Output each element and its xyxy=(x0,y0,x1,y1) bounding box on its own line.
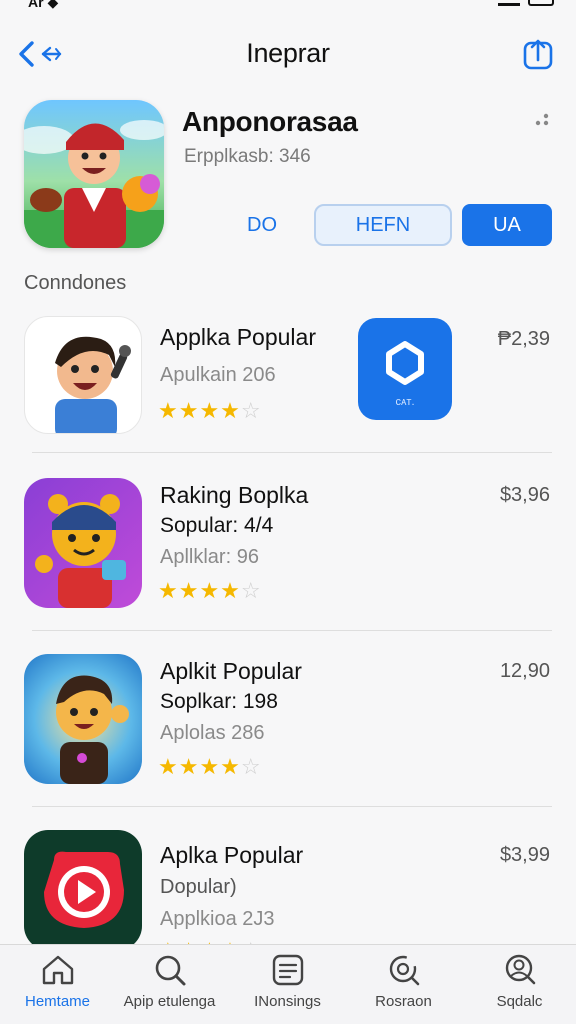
star-icon: ★★★★ xyxy=(158,398,241,423)
ua-button[interactable]: UA xyxy=(462,204,552,246)
star-icon: ★★★★ xyxy=(158,578,241,603)
list-item[interactable]: Aplka Popular Dopular) Applkioa 2J3 ★★★★… xyxy=(0,826,576,963)
status-time: Ar ◆ xyxy=(28,0,59,10)
app-price[interactable]: $3,96 xyxy=(500,484,550,507)
status-bar: Ar ◆ xyxy=(0,0,576,12)
tab-bar: Hemtame Apip etulenga INonsings Rosraon … xyxy=(0,944,576,1024)
more-options-icon[interactable] xyxy=(532,112,552,132)
promo-label: ᴄᴀᴛ. xyxy=(395,396,415,408)
app-subtitle: Dopular) xyxy=(160,876,237,898)
tab-label: Rosraon xyxy=(375,993,432,1010)
star-empty-icon: ☆ xyxy=(240,754,262,779)
rating-stars: ★★★★☆ xyxy=(158,754,262,780)
tab-label: Hemtame xyxy=(24,993,91,1010)
section-title: Conndones xyxy=(24,272,127,294)
hexagon-logo-icon xyxy=(386,341,424,385)
tab-list[interactable]: INonsings xyxy=(230,953,345,1010)
signal-icon xyxy=(498,0,520,6)
star-empty-icon: ☆ xyxy=(240,398,262,423)
star-empty-icon: ☆ xyxy=(240,578,262,603)
character-illustration xyxy=(55,336,131,433)
tab-label: Sqdalc xyxy=(496,993,543,1010)
tab-label: Apip etulenga xyxy=(123,993,216,1010)
promo-tile[interactable]: ᴄᴀᴛ. xyxy=(358,318,452,420)
rating-stars: ★★★★☆ xyxy=(158,578,262,604)
hefn-button[interactable]: HEFN xyxy=(314,204,452,246)
star-icon: ★★★★ xyxy=(158,754,241,779)
featured-app-icon[interactable] xyxy=(24,100,164,248)
app-price[interactable]: 12,90 xyxy=(500,660,550,683)
app-title: Aplkit Popular xyxy=(160,658,302,684)
divider xyxy=(32,452,552,453)
tab-label: INonsings xyxy=(254,993,321,1010)
character-illustration xyxy=(56,675,129,784)
profile-search-icon xyxy=(505,954,535,985)
page-title: Ineprar xyxy=(246,38,330,68)
list-icon xyxy=(272,954,303,986)
app-price[interactable]: ₱2,39 xyxy=(498,328,550,351)
app-title: Aplka Popular xyxy=(160,842,304,868)
app-meta: Apllklar: 96 xyxy=(160,546,259,568)
do-button[interactable]: DO xyxy=(234,204,290,246)
battery-icon xyxy=(528,0,554,6)
featured-app-subtitle: Erpplkasb: 346 xyxy=(184,146,311,167)
app-icon xyxy=(24,478,142,608)
app-price[interactable]: $3,99 xyxy=(500,844,550,867)
app-meta: Applkioa 2J3 xyxy=(160,908,275,930)
refresh-search-icon xyxy=(389,955,419,986)
tab-search[interactable]: Apip etulenga xyxy=(112,953,227,1010)
app-subtitle: Soplkar: 198 xyxy=(160,690,278,713)
character-illustration xyxy=(35,494,126,608)
search-icon xyxy=(155,955,185,986)
list-item[interactable]: Aplkit Popular Soplkar: 198 Aplolas 286 … xyxy=(0,650,576,800)
app-title: Raking Boplka xyxy=(160,482,309,508)
navigation-bar: Ineprar xyxy=(0,28,576,80)
list-item[interactable]: Applka Popular Apulkain 206 ★★★★☆ ᴄᴀᴛ. ₱… xyxy=(0,312,576,452)
app-title: Applka Popular xyxy=(160,324,316,350)
rating-stars: ★★★★☆ xyxy=(158,398,262,424)
featured-app: Anponorasaa Erpplkasb: 346 DO HEFN UA xyxy=(24,100,552,250)
featured-app-name: Anponorasaa xyxy=(182,106,358,137)
app-meta: Apulkain 206 xyxy=(160,364,276,386)
app-icon xyxy=(24,654,142,784)
divider xyxy=(32,630,552,631)
character-illustration xyxy=(24,120,164,248)
play-button-logo-icon xyxy=(44,851,124,928)
divider xyxy=(32,806,552,807)
app-icon xyxy=(24,830,142,950)
tab-profile[interactable]: Sqdalc xyxy=(462,953,576,1010)
list-item[interactable]: Raking Boplka Sopular: 4/4 Apllklar: 96 … xyxy=(0,472,576,632)
tab-refresh[interactable]: Rosraon xyxy=(346,953,461,1010)
home-icon xyxy=(42,955,73,985)
app-icon xyxy=(24,316,142,434)
tab-home[interactable]: Hemtame xyxy=(0,953,115,1010)
app-meta: Aplolas 286 xyxy=(160,722,265,744)
share-icon xyxy=(523,39,553,70)
share-button[interactable] xyxy=(522,36,554,70)
app-subtitle: Sopular: 4/4 xyxy=(160,514,274,537)
